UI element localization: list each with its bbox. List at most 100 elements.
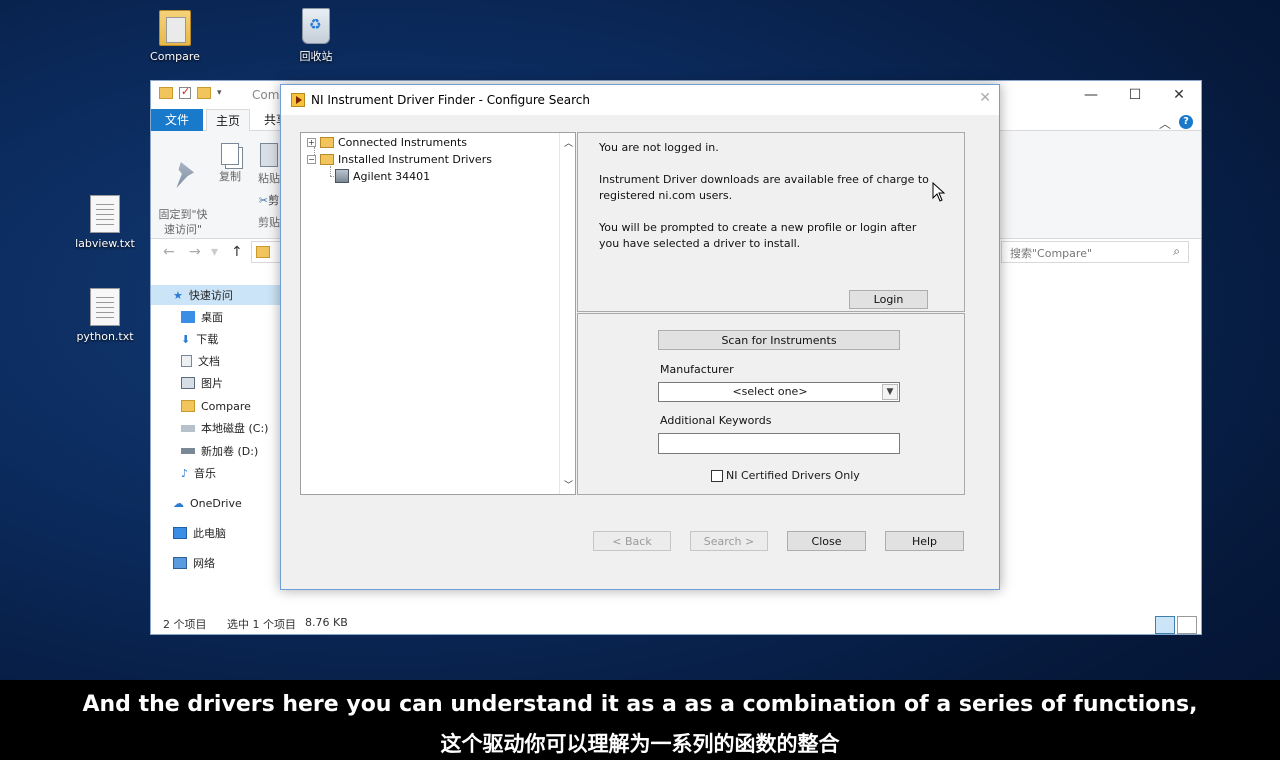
minimize-icon[interactable]: — [1069, 85, 1113, 105]
login-button[interactable]: Login [849, 290, 928, 309]
scan-instruments-button[interactable]: Scan for Instruments [658, 330, 900, 350]
back-button[interactable]: < Back [593, 531, 671, 551]
copy-button[interactable]: 复制 [215, 143, 245, 184]
nav-item-this-pc[interactable]: 此电脑 [173, 523, 226, 543]
nav-item-pictures[interactable]: 图片 [181, 373, 223, 393]
desktop-icon-labview-txt[interactable]: labview.txt [65, 195, 145, 250]
back-arrow-icon[interactable]: ← [163, 244, 175, 260]
certified-only-checkbox[interactable] [711, 469, 723, 482]
collapse-icon[interactable]: − [307, 155, 316, 164]
login-status-text: You are not logged in. [599, 141, 719, 154]
help-icon[interactable]: ? [1179, 115, 1193, 129]
cut-button[interactable]: ✂剪 [255, 193, 283, 208]
folder-icon [181, 400, 195, 412]
chevron-down-icon[interactable]: ▾ [211, 244, 218, 260]
pin-quick-access-button[interactable]: 固定到"快 速访问" [157, 147, 209, 237]
nav-item-local-disk-c[interactable]: 本地磁盘 (C:) [181, 418, 268, 438]
chevron-down-icon[interactable]: ▼ [882, 384, 898, 400]
close-icon[interactable]: ✕ [1157, 85, 1201, 105]
subtitle-english: And the drivers here you can understand … [82, 692, 1198, 717]
tree-scrollbar[interactable]: ︿ ﹀ [559, 133, 575, 494]
large-icons-view-icon[interactable] [1177, 616, 1197, 634]
nav-item-downloads[interactable]: ⬇ 下载 [181, 329, 218, 349]
search-button[interactable]: Search > [690, 531, 768, 551]
nav-item-volume-d[interactable]: 新加卷 (D:) [181, 441, 258, 461]
maximize-icon[interactable]: ☐ [1113, 85, 1157, 105]
up-arrow-icon[interactable]: ↑ [231, 244, 243, 260]
folder-icon [320, 137, 334, 148]
star-icon: ★ [173, 288, 183, 302]
desktop-icon [181, 311, 195, 323]
document-icon [181, 355, 192, 367]
search-icon: ⌕ [1173, 244, 1180, 258]
nav-item-network[interactable]: 网络 [173, 553, 215, 573]
ribbon-collapse-icon[interactable]: ︿ [1159, 115, 1171, 132]
tree-node-agilent-34401[interactable]: Agilent 34401 [335, 169, 430, 183]
certified-only-option[interactable]: NI Certified Drivers Only [711, 469, 860, 482]
folder-icon [256, 246, 270, 258]
desktop-icon-label: 回收站 [299, 50, 333, 63]
cloud-icon: ☁ [173, 496, 184, 510]
driver-finder-dialog: NI Instrument Driver Finder - Configure … [280, 84, 1000, 590]
network-icon [173, 557, 187, 569]
drive-icon [181, 448, 195, 454]
chevron-down-icon[interactable]: ▾ [217, 88, 222, 98]
login-panel: You are not logged in. Instrument Driver… [577, 132, 965, 312]
desktop-icon-label: labview.txt [75, 237, 135, 250]
clipboard-group-label: 剪贴 [258, 216, 280, 229]
folder-icon [159, 87, 173, 99]
scroll-up-icon[interactable]: ︿ [564, 136, 573, 149]
desktop-icon-compare[interactable]: Compare [135, 10, 215, 63]
nav-item-music[interactable]: ♪ 音乐 [181, 463, 216, 483]
expand-icon[interactable]: + [307, 138, 316, 147]
computer-icon [173, 527, 187, 539]
properties-icon[interactable] [179, 85, 191, 99]
close-button[interactable]: Close [787, 531, 866, 551]
tab-file[interactable]: 文件 [151, 109, 203, 131]
address-input[interactable] [251, 241, 281, 263]
tree-node-connected[interactable]: + Connected Instruments [307, 136, 467, 149]
paste-button[interactable]: 粘贴 [255, 143, 283, 186]
nav-item-desktop[interactable]: 桌面 [181, 307, 223, 327]
keywords-label: Additional Keywords [660, 414, 772, 427]
close-icon[interactable]: ✕ [979, 90, 991, 106]
music-icon: ♪ [181, 466, 189, 480]
new-folder-icon[interactable] [197, 87, 211, 99]
tree-node-installed[interactable]: − Installed Instrument Drivers [307, 153, 492, 166]
folder-open-icon [320, 154, 334, 165]
details-view-icon[interactable] [1155, 616, 1175, 634]
instrument-icon [335, 169, 349, 183]
nav-item-quick-access[interactable]: ★ 快速访问 [151, 285, 281, 305]
keywords-input[interactable] [658, 433, 900, 454]
navigation-pane: ★ 快速访问 桌面 ⬇ 下载 文档 图片 Compare 本地磁盘 (C:) 新加卷… [151, 281, 299, 611]
nav-item-onedrive[interactable]: ☁ OneDrive [173, 493, 242, 513]
copy-icon [221, 143, 239, 165]
text-file-icon [90, 288, 120, 326]
text-file-icon [90, 195, 120, 233]
desktop-icon-recycle-bin[interactable]: 回收站 [276, 8, 356, 64]
instrument-tree[interactable]: + Connected Instruments − Installed Inst… [300, 132, 576, 495]
help-button[interactable]: Help [885, 531, 964, 551]
scissors-icon: ✂ [258, 194, 269, 207]
selected-size: 8.76 KB [305, 616, 348, 629]
forward-arrow-icon[interactable]: → [189, 244, 201, 260]
mouse-cursor-icon [932, 182, 946, 202]
nav-item-documents[interactable]: 文档 [181, 351, 220, 371]
tab-home[interactable]: 主页 [206, 109, 250, 132]
subtitle-chinese: 这个驱动你可以理解为一系列的函数的整合 [440, 732, 840, 756]
nav-item-compare[interactable]: Compare [181, 396, 251, 416]
search-panel: Scan for Instruments Manufacturer <selec… [577, 313, 965, 495]
item-count: 2 个项目 [163, 618, 207, 631]
scroll-down-icon[interactable]: ﹀ [564, 478, 573, 491]
search-input[interactable]: 搜索"Compare" ⌕ [1001, 241, 1189, 263]
manufacturer-label: Manufacturer [660, 363, 734, 376]
dialog-title: NI Instrument Driver Finder - Configure … [311, 93, 590, 107]
drive-icon [181, 424, 195, 432]
free-download-text: Instrument Driver downloads are availabl… [599, 173, 929, 202]
desktop-icon-python-txt[interactable]: python.txt [65, 288, 145, 343]
ni-app-icon [291, 93, 305, 107]
manufacturer-select[interactable]: <select one> ▼ [658, 382, 900, 402]
subtitle-bar: And the drivers here you can understand … [0, 680, 1280, 760]
desktop-icon-label: Compare [150, 50, 200, 63]
selected-count: 选中 1 个项目 [227, 618, 296, 631]
